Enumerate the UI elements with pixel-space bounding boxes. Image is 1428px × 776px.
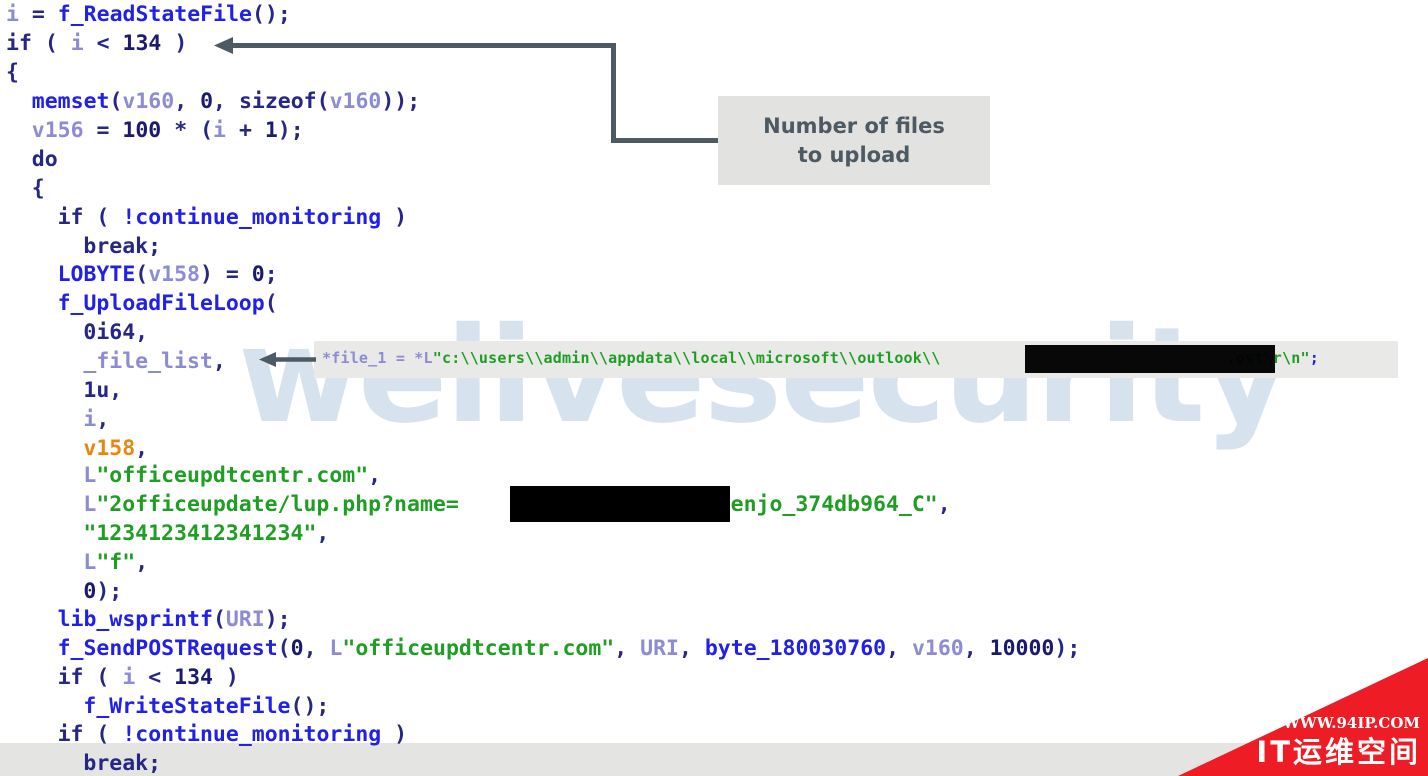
decompiled-code-screenshot: welivesecurity i = f_ReadStateFile();if … <box>0 0 1428 776</box>
callout-number-of-files: Number of files to upload <box>718 96 990 185</box>
banner-site-name: IT运维空间 <box>1256 735 1421 769</box>
callout-leader-line <box>214 37 720 143</box>
callout-label: Number of files to upload <box>763 113 945 167</box>
hint-leader-line <box>259 352 316 367</box>
site-corner-banner: WWW.94IP.COM IT运维空间 <box>1178 658 1428 776</box>
callout-arrowhead <box>214 37 233 54</box>
hint-arrowhead <box>259 352 276 367</box>
